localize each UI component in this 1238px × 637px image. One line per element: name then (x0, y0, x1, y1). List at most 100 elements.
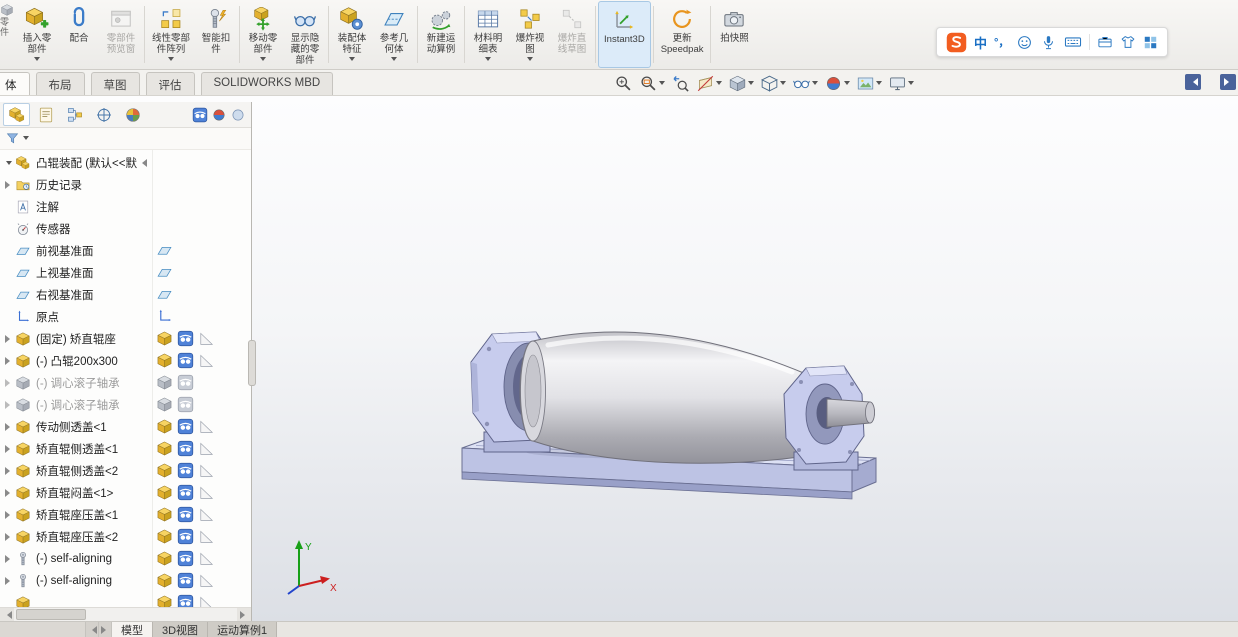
ribbon-bill-of-materials-button[interactable]: 材料明 细表 (467, 1, 509, 68)
tree-root-item[interactable]: 凸辊装配 (默认<<默 (0, 152, 251, 174)
ribbon-insert-component-button[interactable]: 插入零 部件 (16, 1, 58, 68)
viewbar-hide-show-items-button[interactable] (790, 73, 820, 94)
tree-item[interactable]: 注解 (0, 196, 251, 218)
viewbar-zoom-to-area-button[interactable] (637, 73, 667, 94)
expand-arrow-icon[interactable] (3, 379, 15, 387)
display-pane-transparency-header[interactable] (230, 107, 246, 123)
sogou-logo-icon[interactable] (946, 32, 967, 53)
scrollbar-thumb[interactable] (16, 609, 86, 620)
ribbon-assembly-features-button[interactable]: 装配体 特征 (331, 1, 373, 68)
appearance-triangle[interactable] (198, 352, 215, 369)
command-tab-sketch[interactable]: 草图 (90, 72, 140, 95)
expand-arrow-icon[interactable] (3, 467, 15, 475)
appearance-triangle[interactable] (198, 418, 215, 435)
ribbon-mate-button[interactable]: 配合 (58, 1, 100, 68)
scroll-right-button[interactable] (237, 608, 251, 621)
filter-funnel-icon[interactable] (5, 131, 20, 146)
tree-item[interactable]: 矫直辊座压盖<1 (0, 504, 251, 526)
model-tabs-scroll-left-button[interactable] (86, 622, 99, 637)
bottom-tab-2[interactable]: 运动算例1 (208, 622, 278, 637)
panel-tab-propertymanager[interactable] (32, 103, 59, 126)
scrollbar-track[interactable] (14, 608, 237, 621)
tree-item[interactable]: 前视基准面 (0, 240, 251, 262)
tree-item[interactable]: 右视基准面 (0, 284, 251, 306)
appearance-triangle[interactable] (198, 330, 215, 347)
model-tabs-scroll-right-button[interactable] (99, 622, 112, 637)
ribbon-exploded-view-button[interactable]: 爆炸视图 (509, 1, 551, 68)
emoji-icon[interactable] (1016, 34, 1033, 51)
microphone-icon[interactable] (1040, 34, 1057, 51)
tree-item[interactable]: (-) 调心滚子轴承 (0, 372, 251, 394)
tree-item[interactable]: (-) 调心滚子轴承 (0, 394, 251, 416)
panel-tab-dimxpertmanager[interactable] (90, 103, 117, 126)
viewbar-previous-view-button[interactable] (669, 73, 692, 94)
viewbar-apply-scene-button[interactable] (854, 73, 884, 94)
eye-visible[interactable] (177, 506, 194, 523)
viewbar-section-view-button[interactable] (694, 73, 724, 94)
bottom-tab-1[interactable]: 3D视图 (153, 622, 209, 637)
appearance-triangle[interactable] (198, 506, 215, 523)
eye-visible[interactable] (177, 594, 194, 607)
expand-arrow-icon[interactable] (3, 489, 15, 497)
display-pane-eye-header[interactable] (192, 107, 208, 123)
command-tab-assembly[interactable]: 体 (0, 72, 30, 95)
eye-visible[interactable] (177, 550, 194, 567)
tree-item[interactable]: (-) self-aligning (0, 570, 251, 592)
expand-arrow-icon[interactable] (3, 181, 15, 189)
ribbon-partial-left-button[interactable]: 零件 (0, 0, 16, 69)
tree-item[interactable]: 矫直辊侧透盖<2 (0, 460, 251, 482)
expand-arrow-icon[interactable] (3, 445, 15, 453)
eye-visible[interactable] (177, 440, 194, 457)
ribbon-show-hidden-components-button[interactable]: 显示隐 藏的零 部件 (284, 1, 326, 68)
ribbon-instant3d-button[interactable]: Instant3D (598, 1, 651, 68)
ime-language-toggle[interactable]: 中 (974, 33, 987, 52)
ribbon-take-snapshot-button[interactable]: 拍快照 (713, 1, 755, 68)
expand-arrow-icon[interactable] (3, 555, 15, 563)
display-pane-appearance-header[interactable] (211, 107, 227, 123)
tree-item[interactable]: 矫直辊闷盖<1> (0, 482, 251, 504)
tree-item[interactable]: 原点 (0, 306, 251, 328)
appearance-triangle[interactable] (198, 440, 215, 457)
ribbon-reference-geometry-button[interactable]: 参考几 何体 (373, 1, 415, 68)
model-shaft[interactable] (826, 398, 875, 428)
scroll-left-button[interactable] (0, 608, 14, 621)
pane-collapse-right-button[interactable] (1220, 74, 1236, 90)
toolbox-icon[interactable] (1097, 34, 1113, 50)
expand-arrow-icon[interactable] (3, 159, 15, 168)
panel-tab-featuremanager[interactable] (3, 103, 30, 126)
eye-visible[interactable] (177, 462, 194, 479)
viewbar-view-settings-button[interactable] (886, 73, 916, 94)
eye-visible[interactable] (177, 418, 194, 435)
appearance-triangle[interactable] (198, 550, 215, 567)
appearance-triangle[interactable] (198, 528, 215, 545)
ribbon-update-speedpak-button[interactable]: 更新 Speedpak (656, 1, 709, 68)
command-tab-layout[interactable]: 布局 (35, 72, 85, 95)
expand-arrow-icon[interactable] (3, 423, 15, 431)
expand-arrow-icon[interactable] (3, 533, 15, 541)
expand-arrow-icon[interactable] (3, 401, 15, 409)
apps-grid-icon[interactable] (1143, 35, 1158, 50)
ribbon-smart-fasteners-button[interactable]: 智能扣件 (195, 1, 237, 68)
panel-splitter-handle[interactable] (248, 340, 256, 386)
ribbon-linear-component-pattern-button[interactable]: 线性零部 件阵列 (147, 1, 195, 68)
viewbar-zoom-to-fit-button[interactable] (612, 73, 635, 94)
tree-item[interactable]: (-) self-aligning (0, 548, 251, 570)
tree-item[interactable]: 传动侧透盖<1 (0, 416, 251, 438)
expand-arrow-icon[interactable] (3, 511, 15, 519)
viewbar-edit-appearance-button[interactable] (822, 73, 852, 94)
appearance-triangle[interactable] (198, 572, 215, 589)
panel-horizontal-scrollbar[interactable] (0, 607, 251, 621)
tree-item[interactable]: 矫直辊侧透盖<1 (0, 438, 251, 460)
eye-visible[interactable] (177, 352, 194, 369)
tree-item[interactable]: 传感器 (0, 218, 251, 240)
eye-hidden[interactable] (177, 374, 194, 391)
viewbar-display-style-button[interactable] (758, 73, 788, 94)
eye-visible[interactable] (177, 572, 194, 589)
appearance-triangle[interactable] (198, 484, 215, 501)
pane-collapse-left-button[interactable] (1185, 74, 1201, 90)
tree-item[interactable]: 历史记录 (0, 174, 251, 196)
keyboard-icon[interactable] (1064, 33, 1082, 51)
eye-visible[interactable] (177, 484, 194, 501)
eye-visible[interactable] (177, 330, 194, 347)
eye-visible[interactable] (177, 528, 194, 545)
